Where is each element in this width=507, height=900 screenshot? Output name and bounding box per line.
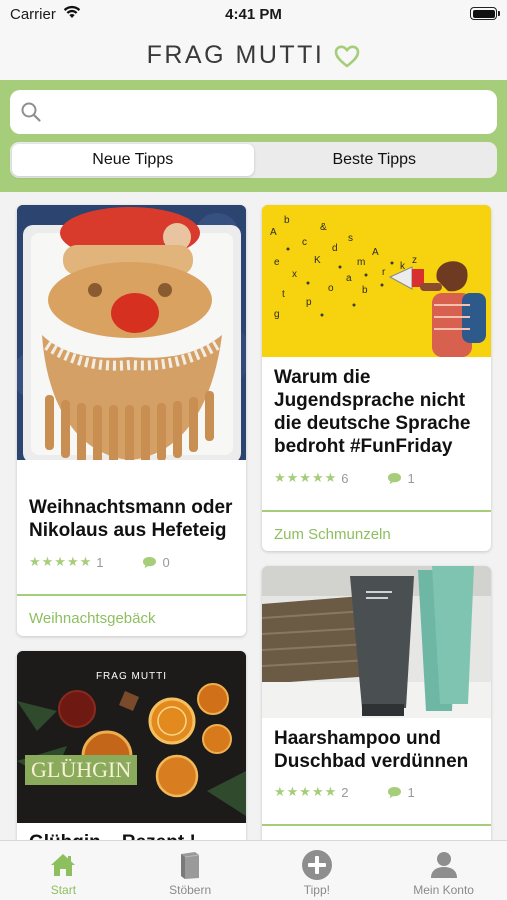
tip-meta: ★★★★★ 1 0 — [29, 554, 170, 570]
svg-text:b: b — [284, 215, 290, 226]
tip-title: Weihnachtsmann oder Nikolaus aus Hefetei… — [29, 497, 233, 541]
card-divider — [17, 594, 246, 596]
rating-count: 1 — [96, 554, 104, 570]
svg-text:A: A — [372, 247, 379, 258]
svg-text:b: b — [362, 285, 368, 296]
search-area: Neue Tipps Beste Tipps — [0, 80, 507, 192]
svg-text:c: c — [302, 237, 307, 248]
svg-text:z: z — [412, 255, 417, 266]
search-icon — [21, 102, 41, 122]
tab-label: Mein Konto — [413, 883, 474, 897]
comment-count: 1 — [407, 470, 415, 486]
tab-mein-konto[interactable]: Mein Konto — [380, 841, 507, 900]
tip-card[interactable]: FRAG MUTTI GLÜHGIN Glühgin – Rezept ! — [17, 651, 246, 840]
tip-image-santa — [17, 205, 246, 460]
tip-card[interactable]: Weihnachtsmann oder Nikolaus aus Hefetei… — [17, 205, 246, 636]
tip-title: Haarshampoo und Duschbad verdünnen — [274, 728, 469, 772]
tip-image-megaphone: Ab c & exKd smAr tpoa bkzg — [262, 205, 491, 357]
tip-meta: ★★★★★ 6 1 — [274, 470, 415, 486]
tab-tipp[interactable]: Tipp! — [254, 841, 381, 900]
segment-beste-tipps[interactable]: Beste Tipps — [254, 144, 496, 176]
comment-icon — [387, 786, 401, 798]
tab-label: Stöbern — [169, 883, 212, 897]
svg-text:t: t — [282, 289, 285, 300]
tips-feed: Weihnachtsmann oder Nikolaus aus Hefetei… — [0, 192, 507, 840]
image-brand-overlay: FRAG MUTTI — [95, 671, 168, 682]
svg-text:o: o — [328, 283, 334, 294]
search-bar[interactable] — [10, 90, 497, 134]
svg-text:e: e — [274, 257, 280, 268]
person-icon — [430, 852, 457, 878]
tab-stoebern[interactable]: Stöbern — [127, 841, 254, 900]
segment-neue-tipps[interactable]: Neue Tipps — [12, 144, 254, 176]
tab-bar: Start Stöbern Tipp! Mein Konto — [0, 840, 507, 900]
svg-text:x: x — [292, 269, 297, 280]
status-bar: Carrier 4:41 PM — [0, 0, 507, 30]
card-divider — [262, 824, 491, 826]
search-input[interactable] — [54, 90, 484, 134]
tip-title: Warum die Jugendsprache nicht die deutsc… — [274, 367, 471, 457]
svg-text:a: a — [346, 273, 352, 284]
svg-text:m: m — [357, 257, 365, 268]
svg-text:K: K — [314, 255, 321, 266]
comment-icon — [387, 472, 401, 484]
rating-stars-icon: ★★★★★ — [274, 470, 338, 485]
svg-text:p: p — [306, 297, 312, 308]
image-title-overlay: GLÜHGIN — [25, 755, 138, 785]
card-divider — [262, 510, 491, 512]
app-logo: FRAG MUTTI — [146, 40, 325, 69]
rating-stars-icon: ★★★★★ — [29, 554, 93, 569]
plus-circle-icon — [301, 850, 332, 880]
comment-count: 1 — [407, 784, 415, 800]
rating-count: 6 — [341, 470, 349, 486]
svg-text:g: g — [274, 309, 280, 320]
tip-card[interactable]: Haarshampoo und Duschbad verdünnen ★★★★★… — [262, 566, 491, 840]
svg-text:d: d — [332, 243, 338, 254]
svg-text:A: A — [270, 227, 277, 238]
status-time: 4:41 PM — [225, 6, 282, 23]
tip-meta: ★★★★★ 2 1 — [274, 784, 415, 800]
comment-count: 0 — [162, 554, 170, 570]
battery-icon — [470, 7, 500, 20]
tip-category-link[interactable]: Zum Schmunzeln — [274, 526, 391, 543]
heart-icon — [335, 45, 360, 67]
tip-image-shampoo — [262, 566, 491, 718]
tip-card[interactable]: Ab c & exKd smAr tpoa bkzg Warum die Jug… — [262, 205, 491, 551]
tab-label: Start — [50, 883, 77, 897]
rating-stars-icon: ★★★★★ — [274, 784, 338, 799]
book-icon — [181, 852, 200, 879]
svg-text:s: s — [348, 233, 353, 244]
tab-label: Tipp! — [303, 883, 330, 897]
app-header: FRAG MUTTI — [0, 30, 507, 80]
home-icon — [51, 854, 76, 876]
tips-segmented-control: Neue Tipps Beste Tipps — [10, 142, 497, 178]
svg-text:&: & — [320, 222, 327, 233]
tip-title: Glühgin – Rezept ! — [29, 831, 236, 840]
tip-image-gluehgin: FRAG MUTTI GLÜHGIN — [17, 651, 246, 823]
comment-icon — [142, 556, 156, 568]
rating-count: 2 — [341, 784, 349, 800]
tab-start[interactable]: Start — [0, 841, 127, 900]
tip-category-link[interactable]: Weihnachtsgebäck — [29, 610, 155, 627]
